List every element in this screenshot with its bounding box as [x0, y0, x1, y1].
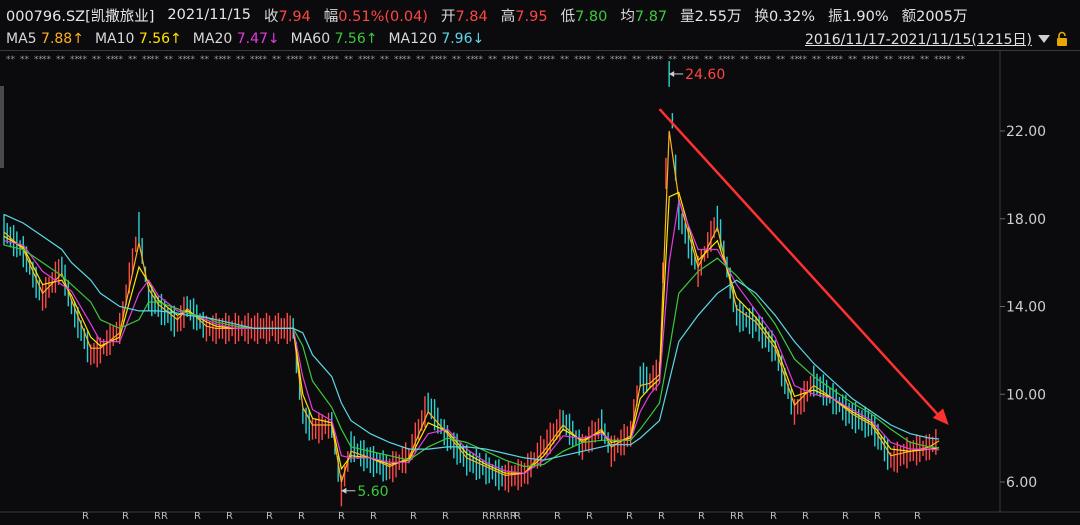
event-star-mark[interactable]: **	[402, 55, 412, 65]
event-star-mark[interactable]: **	[618, 55, 628, 65]
event-star-mark[interactable]: **	[128, 55, 138, 65]
event-mark-r[interactable]: RR	[154, 511, 168, 522]
event-star-mark[interactable]: **	[582, 55, 592, 65]
y-tick-label: 10.00	[1006, 387, 1046, 403]
event-mark-r[interactable]: R	[226, 511, 233, 522]
event-star-mark[interactable]: **	[726, 55, 736, 65]
event-star-mark[interactable]: **	[654, 55, 664, 65]
event-mark-r[interactable]: R	[914, 511, 921, 522]
annotation-label: 5.60	[357, 484, 388, 500]
event-star-mark[interactable]: **	[776, 55, 786, 65]
event-star-mark[interactable]: **	[272, 55, 282, 65]
event-star-mark[interactable]: **	[6, 55, 16, 65]
event-star-mark[interactable]: **	[222, 55, 232, 65]
event-star-mark[interactable]: **	[294, 55, 304, 65]
event-star-mark[interactable]: **	[150, 55, 160, 65]
event-star-mark[interactable]: **	[344, 55, 354, 65]
event-mark-r[interactable]: R	[266, 511, 273, 522]
event-star-mark[interactable]: **	[416, 55, 426, 65]
annotation-arrowhead	[341, 487, 347, 494]
event-star-mark[interactable]: **	[870, 55, 880, 65]
event-star-mark[interactable]: **	[596, 55, 606, 65]
event-star-mark[interactable]: **	[56, 55, 66, 65]
event-star-mark[interactable]: **	[380, 55, 390, 65]
event-star-mark[interactable]: **	[690, 55, 700, 65]
event-star-mark[interactable]: **	[884, 55, 894, 65]
event-mark-r[interactable]: R	[82, 511, 89, 522]
event-mark-r[interactable]: R	[802, 511, 809, 522]
event-mark-r[interactable]: R	[194, 511, 201, 522]
ma-line-ma10	[3, 191, 940, 474]
event-star-mark[interactable]: **	[164, 55, 174, 65]
event-star-mark[interactable]: **	[452, 55, 462, 65]
event-mark-r[interactable]: R	[442, 511, 449, 522]
event-mark-r[interactable]: R	[554, 511, 561, 522]
event-mark-r[interactable]: R	[842, 511, 849, 522]
annotation-label: 24.60	[685, 67, 725, 83]
event-star-mark[interactable]: **	[798, 55, 808, 65]
event-mark-r[interactable]: R	[338, 511, 345, 522]
event-star-mark[interactable]: **	[186, 55, 196, 65]
event-star-mark[interactable]: **	[942, 55, 952, 65]
event-mark-r[interactable]: R	[410, 511, 417, 522]
ma-line-ma60	[3, 244, 940, 468]
event-mark-r[interactable]: R	[514, 511, 521, 522]
event-star-mark[interactable]: **	[488, 55, 498, 65]
event-mark-r[interactable]: R	[586, 511, 593, 522]
event-star-mark[interactable]: **	[848, 55, 858, 65]
event-mark-r[interactable]: R	[370, 511, 377, 522]
event-star-mark[interactable]: **	[20, 55, 30, 65]
event-mark-r[interactable]: R	[770, 511, 777, 522]
event-mark-r[interactable]: R	[122, 511, 129, 522]
event-mark-r[interactable]: R	[658, 511, 665, 522]
event-mark-r[interactable]: RRRRR	[482, 511, 517, 522]
event-star-mark[interactable]: **	[438, 55, 448, 65]
y-tick-label: 22.00	[1006, 124, 1046, 140]
event-star-mark[interactable]: **	[200, 55, 210, 65]
event-star-mark[interactable]: **	[704, 55, 714, 65]
event-star-mark[interactable]: **	[474, 55, 484, 65]
event-star-mark[interactable]: **	[510, 55, 520, 65]
event-star-mark[interactable]: **	[906, 55, 916, 65]
event-star-mark[interactable]: **	[740, 55, 750, 65]
annotation-arrowhead	[669, 70, 675, 77]
event-star-mark[interactable]: **	[956, 55, 966, 65]
event-mark-r[interactable]: R	[626, 511, 633, 522]
event-star-mark[interactable]: **	[42, 55, 52, 65]
event-star-mark[interactable]: **	[78, 55, 88, 65]
price-chart[interactable]: 22.00 18.00 14.00 10.00 6.00 ** ** ** ** ** ** ** **…	[0, 0, 1080, 525]
ma-line-ma120	[3, 213, 940, 461]
event-mark-r[interactable]: R	[298, 511, 305, 522]
event-star-mark[interactable]: **	[114, 55, 124, 65]
event-star-mark[interactable]: **	[834, 55, 844, 65]
event-star-mark[interactable]: **	[366, 55, 376, 65]
event-star-mark[interactable]: **	[762, 55, 772, 65]
event-star-mark[interactable]: **	[812, 55, 822, 65]
y-tick-label: 18.00	[1006, 212, 1046, 228]
event-star-mark[interactable]: **	[920, 55, 930, 65]
event-star-mark[interactable]: **	[524, 55, 534, 65]
event-star-mark[interactable]: **	[546, 55, 556, 65]
event-star-mark[interactable]: **	[330, 55, 340, 65]
y-tick-label: 14.00	[1006, 300, 1046, 316]
ma-line-ma20	[3, 198, 940, 474]
y-tick-label: 6.00	[1006, 475, 1037, 491]
event-mark-r[interactable]: R	[874, 511, 881, 522]
event-star-mark[interactable]: **	[236, 55, 246, 65]
ma-line-ma5	[3, 130, 940, 483]
event-star-mark[interactable]: **	[258, 55, 268, 65]
event-mark-r[interactable]: R	[698, 511, 705, 522]
event-star-mark[interactable]: **	[308, 55, 318, 65]
event-star-mark[interactable]: **	[560, 55, 570, 65]
trend-arrow-line	[658, 108, 944, 421]
event-mark-r[interactable]: RR	[730, 511, 744, 522]
event-star-mark[interactable]: **	[92, 55, 102, 65]
event-star-mark[interactable]: **	[632, 55, 642, 65]
